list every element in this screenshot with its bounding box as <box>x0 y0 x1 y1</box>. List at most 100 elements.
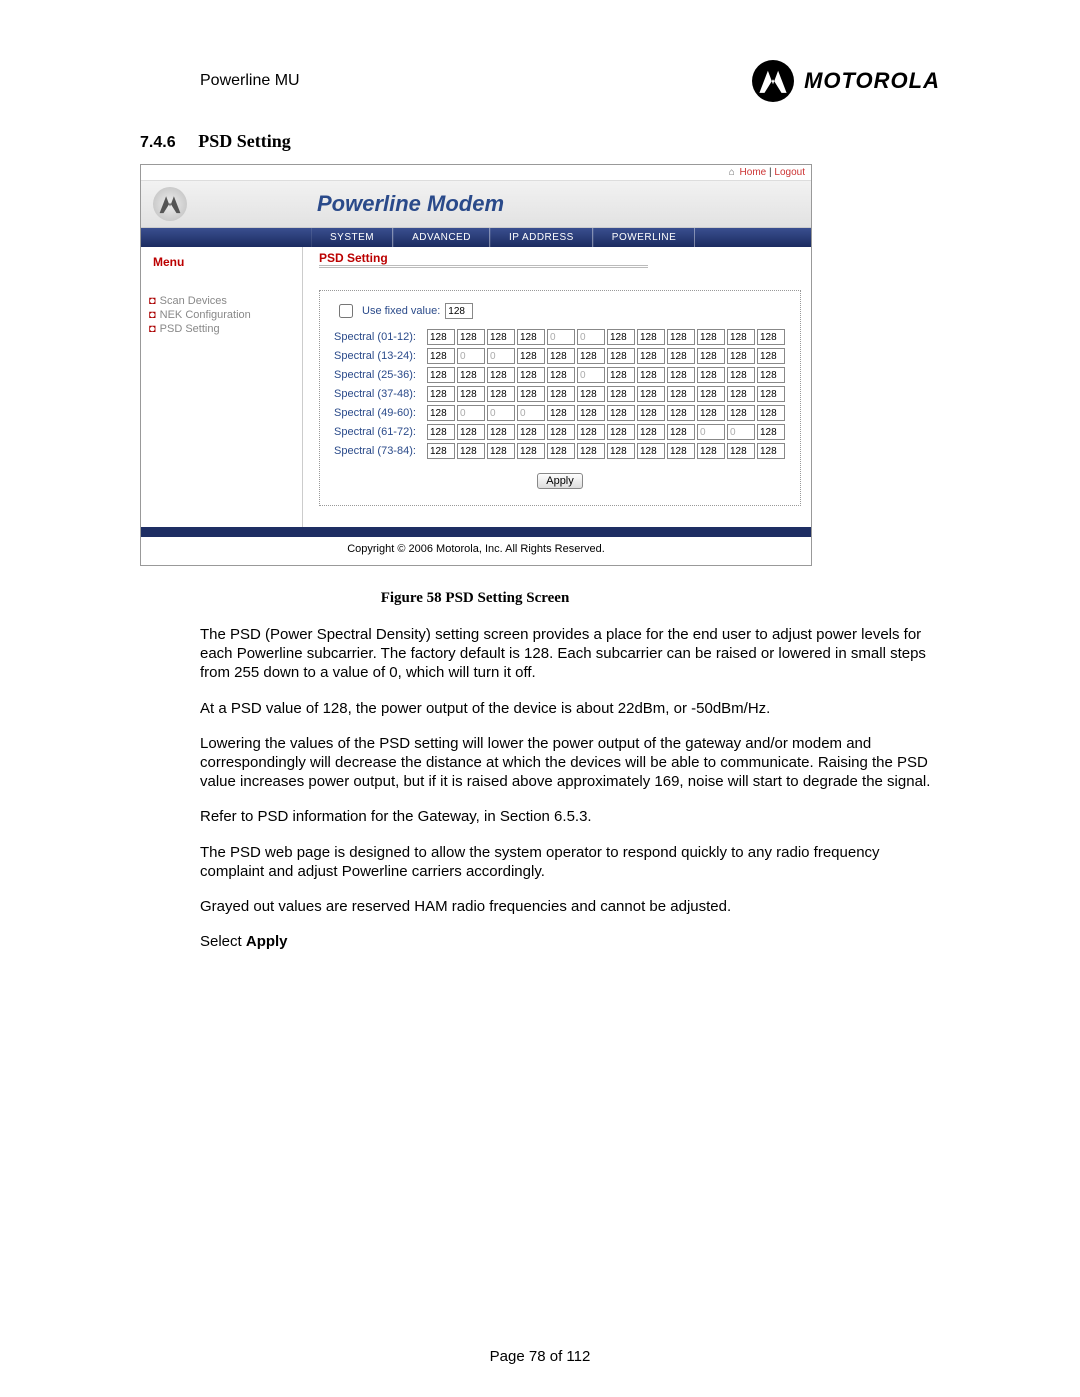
spectral-input[interactable] <box>697 405 725 421</box>
spectral-input[interactable] <box>697 367 725 383</box>
spectral-row-label: Spectral (01-12): <box>334 331 426 343</box>
spectral-input[interactable] <box>487 329 515 345</box>
spectral-input <box>487 348 515 364</box>
apply-button[interactable]: Apply <box>537 473 583 489</box>
spectral-input[interactable] <box>637 405 665 421</box>
sidebar-item-label: Scan Devices <box>160 295 227 307</box>
spectral-input[interactable] <box>577 443 605 459</box>
sidebar-item-label: NEK Configuration <box>160 309 251 321</box>
spectral-input[interactable] <box>427 424 455 440</box>
spectral-input[interactable] <box>757 424 785 440</box>
spectral-input[interactable] <box>457 443 485 459</box>
spectral-input[interactable] <box>637 329 665 345</box>
spectral-input[interactable] <box>727 329 755 345</box>
sidebar-item-nek-configuration[interactable]: ◘NEK Configuration <box>149 309 294 321</box>
panel-title: PSD Setting <box>319 251 648 268</box>
spectral-input[interactable] <box>487 367 515 383</box>
tab-powerline[interactable]: POWERLINE <box>593 228 696 247</box>
spectral-row: Spectral (01-12): <box>334 329 786 345</box>
spectral-input[interactable] <box>637 443 665 459</box>
spectral-input[interactable] <box>547 424 575 440</box>
use-fixed-label: Use fixed value: <box>362 305 440 317</box>
spectral-input[interactable] <box>667 367 695 383</box>
spectral-input[interactable] <box>517 443 545 459</box>
spectral-input[interactable] <box>757 367 785 383</box>
spectral-input[interactable] <box>607 424 635 440</box>
spectral-input[interactable] <box>727 367 755 383</box>
spectral-input[interactable] <box>727 348 755 364</box>
tab-ip-address[interactable]: IP ADDRESS <box>490 228 593 247</box>
spectral-input[interactable] <box>667 405 695 421</box>
home-link[interactable]: Home <box>740 167 767 178</box>
spectral-input[interactable] <box>757 386 785 402</box>
spectral-input[interactable] <box>637 367 665 383</box>
spectral-input[interactable] <box>637 424 665 440</box>
spectral-input[interactable] <box>427 386 455 402</box>
sidebar-item-scan-devices[interactable]: ◘ Scan Devices <box>149 295 294 307</box>
spectral-input[interactable] <box>607 443 635 459</box>
spectral-input[interactable] <box>547 405 575 421</box>
spectral-input <box>697 424 725 440</box>
spectral-input[interactable] <box>427 348 455 364</box>
spectral-input[interactable] <box>517 367 545 383</box>
spectral-input[interactable] <box>487 443 515 459</box>
spectral-input[interactable] <box>697 443 725 459</box>
spectral-input[interactable] <box>577 424 605 440</box>
spectral-input[interactable] <box>517 348 545 364</box>
spectral-input[interactable] <box>487 424 515 440</box>
spectral-input[interactable] <box>757 405 785 421</box>
spectral-input[interactable] <box>727 443 755 459</box>
use-fixed-checkbox[interactable] <box>335 304 357 318</box>
spectral-input[interactable] <box>667 348 695 364</box>
spectral-input[interactable] <box>637 386 665 402</box>
spectral-input[interactable] <box>607 329 635 345</box>
spectral-input[interactable] <box>697 348 725 364</box>
spectral-input[interactable] <box>667 329 695 345</box>
logout-link[interactable]: Logout <box>774 167 805 178</box>
spectral-input[interactable] <box>457 424 485 440</box>
spectral-input[interactable] <box>667 386 695 402</box>
spectral-input[interactable] <box>577 386 605 402</box>
spectral-input[interactable] <box>427 367 455 383</box>
spectral-input[interactable] <box>427 443 455 459</box>
spectral-input[interactable] <box>547 348 575 364</box>
spectral-input[interactable] <box>607 386 635 402</box>
page-number: Page 78 of 112 <box>0 1348 1080 1365</box>
spectral-input[interactable] <box>577 405 605 421</box>
spectral-input[interactable] <box>757 443 785 459</box>
spectral-input[interactable] <box>757 348 785 364</box>
spectral-input[interactable] <box>727 405 755 421</box>
spectral-input[interactable] <box>517 424 545 440</box>
spectral-input[interactable] <box>667 424 695 440</box>
spectral-input[interactable] <box>457 367 485 383</box>
spectral-input[interactable] <box>547 367 575 383</box>
spectral-input[interactable] <box>427 329 455 345</box>
spectral-input[interactable] <box>547 386 575 402</box>
spectral-input[interactable] <box>457 386 485 402</box>
spectral-input[interactable] <box>517 329 545 345</box>
spectral-input[interactable] <box>607 405 635 421</box>
spectral-row-label: Spectral (61-72): <box>334 426 426 438</box>
spectral-input[interactable] <box>757 329 785 345</box>
spectral-input[interactable] <box>517 386 545 402</box>
spectral-input[interactable] <box>697 329 725 345</box>
tab-advanced[interactable]: ADVANCED <box>393 228 490 247</box>
use-fixed-input[interactable] <box>445 303 473 319</box>
spectral-input[interactable] <box>607 367 635 383</box>
sidebar-item-psd-setting[interactable]: ◘PSD Setting <box>149 323 294 335</box>
tab-system[interactable]: SYSTEM <box>311 228 393 247</box>
spectral-input[interactable] <box>727 386 755 402</box>
spectral-input[interactable] <box>697 386 725 402</box>
spectral-input[interactable] <box>667 443 695 459</box>
spectral-input[interactable] <box>457 329 485 345</box>
spectral-input[interactable] <box>547 443 575 459</box>
spectral-input[interactable] <box>577 348 605 364</box>
spectral-input[interactable] <box>487 386 515 402</box>
spectral-input <box>577 329 605 345</box>
spectral-input[interactable] <box>427 405 455 421</box>
bullet-icon: ◘ <box>149 323 156 335</box>
bullet-icon: ◘ <box>149 295 156 307</box>
spectral-input[interactable] <box>607 348 635 364</box>
spectral-input[interactable] <box>637 348 665 364</box>
spectral-row: Spectral (61-72): <box>334 424 786 440</box>
